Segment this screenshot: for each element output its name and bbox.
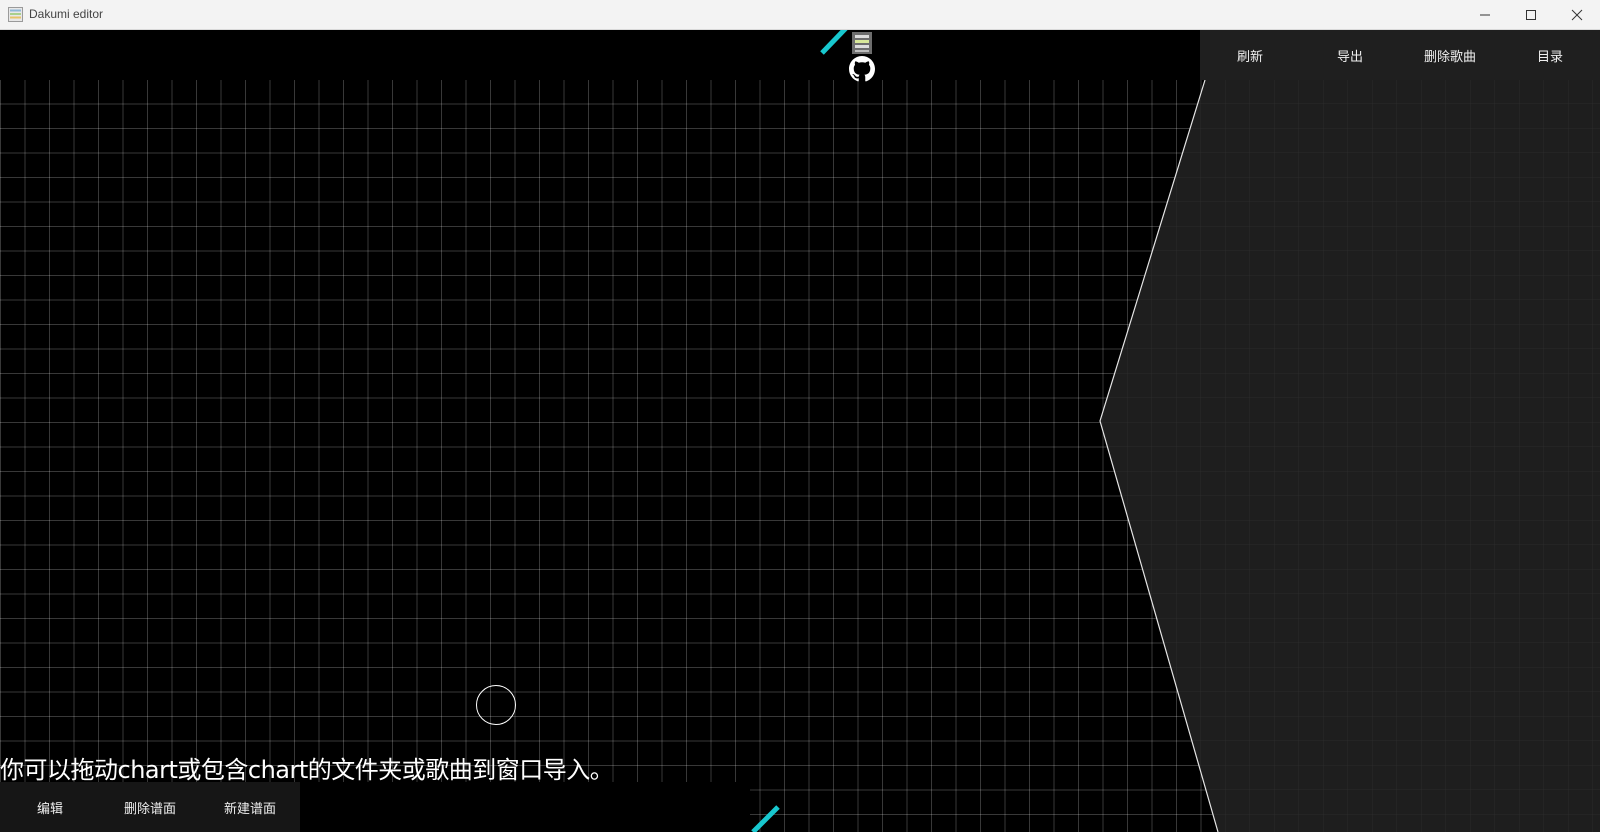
- bottom-band: [300, 782, 750, 832]
- close-button[interactable]: [1554, 0, 1600, 30]
- github-icon[interactable]: [849, 56, 875, 82]
- refresh-button[interactable]: 刷新: [1200, 30, 1300, 80]
- app-icon: [8, 7, 23, 22]
- directory-button[interactable]: 目录: [1500, 30, 1600, 80]
- maximize-button[interactable]: [1508, 0, 1554, 30]
- export-button[interactable]: 导出: [1300, 30, 1400, 80]
- window-title: Dakumi editor: [29, 7, 104, 21]
- edit-button[interactable]: 编辑: [0, 782, 100, 832]
- title-bar: Dakumi editor: [0, 0, 1600, 30]
- cursor-circle: [476, 685, 516, 725]
- maximize-icon: [1526, 10, 1536, 20]
- top-menu: 刷新 导出 删除歌曲 目录: [1200, 30, 1600, 80]
- minimize-icon: [1480, 14, 1490, 16]
- delete-chart-button[interactable]: 删除谱面: [100, 782, 200, 832]
- accent-line-bottom: [751, 805, 780, 832]
- new-chart-button[interactable]: 新建谱面: [200, 782, 300, 832]
- minimize-button[interactable]: [1462, 0, 1508, 30]
- accent-line-top: [820, 30, 848, 55]
- delete-song-button[interactable]: 删除歌曲: [1400, 30, 1500, 80]
- database-icon[interactable]: [852, 32, 872, 54]
- close-icon: [1571, 9, 1583, 21]
- bottom-menu: 编辑 删除谱面 新建谱面: [0, 782, 300, 832]
- chart-shape-layer: [751, 30, 1600, 832]
- import-hint-text: 你可以拖动chart或包含chart的文件夹或歌曲到窗口导入。: [0, 756, 614, 784]
